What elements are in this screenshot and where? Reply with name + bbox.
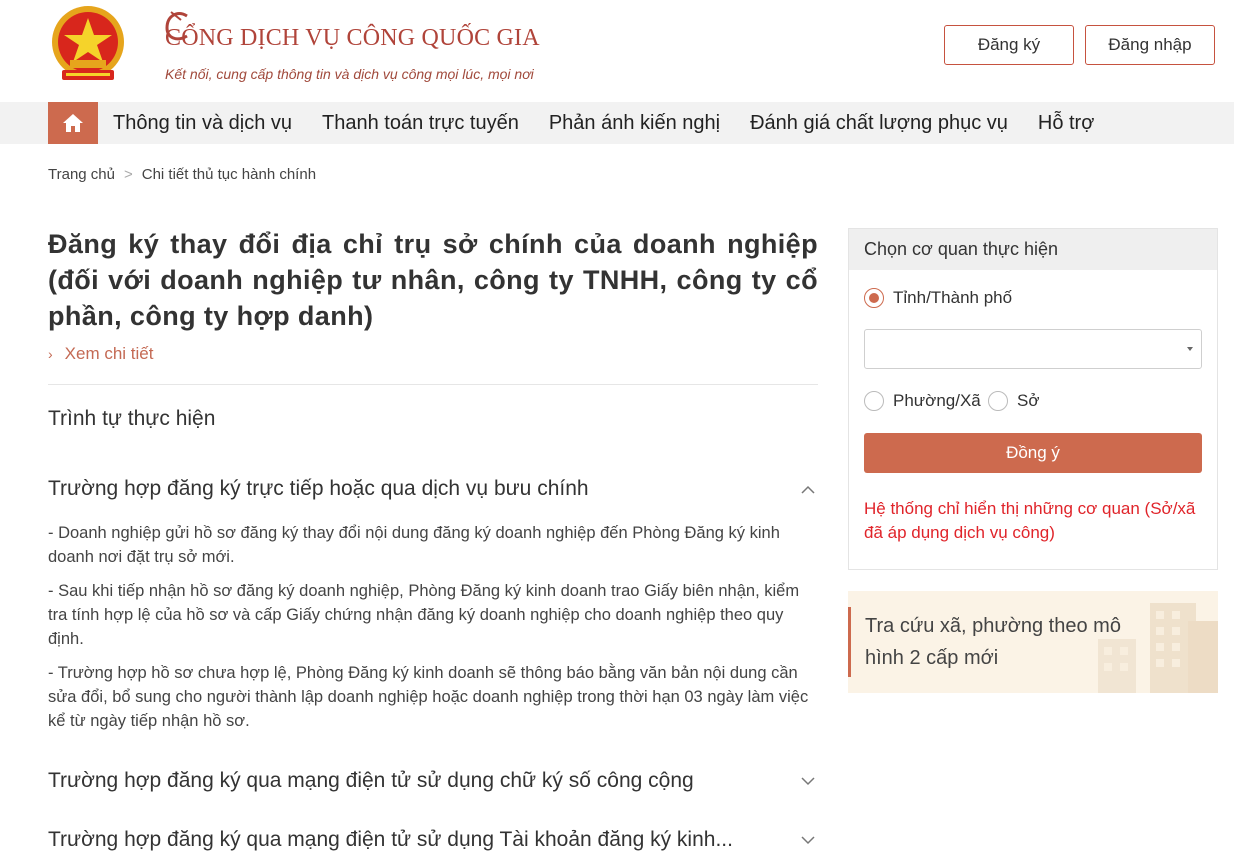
chevron-right-icon: › — [48, 346, 53, 362]
section-title: Trình tự thực hiện — [48, 407, 216, 430]
nav-item-support[interactable]: Hỗ trợ — [1038, 112, 1094, 135]
breadcrumb-separator: > — [123, 166, 133, 183]
main-nav: Thông tin và dịch vụ Thanh toán trực tuy… — [0, 102, 1234, 144]
radio-department-indicator[interactable] — [988, 391, 1008, 411]
province-select[interactable] — [864, 329, 1202, 369]
nav-item-feedback[interactable]: Phản ánh kiến nghị — [549, 112, 720, 135]
nav-item-service-rating[interactable]: Đánh giá chất lượng phục vụ — [750, 112, 1008, 135]
step-paragraph: - Doanh nghiệp gửi hồ sơ đăng ký thay đổ… — [48, 524, 780, 566]
radio-ward-label: Phường/Xã — [893, 391, 981, 410]
agree-button[interactable]: Đồng ý — [864, 433, 1202, 473]
promo-text: Tra cứu xã, phường theo mô hình 2 cấp mớ… — [865, 615, 1121, 669]
divider — [48, 384, 818, 385]
brand-subtitle: Kết nối, cung cấp thông tin và dịch vụ c… — [165, 66, 534, 82]
home-icon — [63, 114, 83, 132]
login-button[interactable]: Đăng nhập — [1085, 25, 1215, 65]
accordion-digital-signature[interactable]: Trường hợp đăng ký qua mạng điện tử sử d… — [48, 769, 818, 793]
radio-province-indicator[interactable] — [864, 288, 884, 308]
radio-department-label: Sở — [1017, 391, 1040, 410]
accordion-business-account[interactable]: Trường hợp đăng ký qua mạng điện tử sử d… — [48, 828, 818, 852]
breadcrumb-home[interactable]: Trang chủ — [48, 166, 115, 183]
procedure-content: Đăng ký thay đổi địa chỉ trụ sở chính củ… — [48, 226, 818, 431]
accordion-title: Trường hợp đăng ký qua mạng điện tử sử d… — [48, 828, 733, 851]
view-detail-link[interactable]: › Xem chi tiết — [48, 344, 818, 364]
nav-home-button[interactable] — [48, 102, 98, 144]
radio-province-label: Tỉnh/Thành phố — [893, 288, 1013, 307]
page-title: Đăng ký thay đổi địa chỉ trụ sở chính củ… — [48, 229, 818, 331]
ward-lookup-banner[interactable]: Tra cứu xã, phường theo mô hình 2 cấp mớ… — [848, 591, 1218, 693]
brand[interactable]: CỔNG DỊCH VỤ CÔNG QUỐC GIA Kết nối, cung… — [165, 10, 540, 82]
accordion-title: Trường hợp đăng ký trực tiếp hoặc qua dị… — [48, 477, 589, 500]
breadcrumb-current: Chi tiết thủ tục hành chính — [141, 166, 317, 183]
site-header: CỔNG DỊCH VỤ CÔNG QUỐC GIA Kết nối, cung… — [0, 0, 1234, 102]
chevron-down-icon[interactable] — [798, 771, 818, 791]
chevron-up-icon[interactable] — [798, 479, 818, 499]
breadcrumb: Trang chủ > Chi tiết thủ tục hành chính — [48, 166, 316, 183]
accordion-direct-postal[interactable]: Trường hợp đăng ký trực tiếp hoặc qua dị… — [48, 477, 818, 501]
radio-ward-indicator[interactable] — [864, 391, 884, 411]
agency-selector-panel: Chọn cơ quan thực hiện Tỉnh/Thành phố Ph… — [848, 228, 1218, 570]
national-emblem-icon[interactable] — [48, 4, 128, 86]
view-detail-label: Xem chi tiết — [64, 344, 154, 363]
nav-item-online-payment[interactable]: Thanh toán trực tuyến — [322, 112, 519, 135]
nav-item-info-services[interactable]: Thông tin và dịch vụ — [113, 112, 292, 135]
accordion-title: Trường hợp đăng ký qua mạng điện tử sử d… — [48, 769, 694, 792]
radio-province[interactable]: Tỉnh/Thành phố — [864, 288, 1012, 308]
chevron-down-icon[interactable] — [798, 830, 818, 850]
panel-title: Chọn cơ quan thực hiện — [849, 229, 1217, 270]
radio-ward[interactable]: Phường/Xã — [864, 391, 981, 411]
brand-title: CỔNG DỊCH VỤ CÔNG QUỐC GIA — [165, 10, 540, 66]
register-button[interactable]: Đăng ký — [944, 25, 1074, 65]
step-paragraph: - Sau khi tiếp nhận hồ sơ đăng ký doanh … — [48, 582, 800, 648]
accordion-body: - Doanh nghiệp gửi hồ sơ đăng ký thay đổ… — [48, 521, 818, 743]
promo-accent-bar — [848, 607, 851, 677]
notice-text: Hệ thống chỉ hiển thị những cơ quan (Sở/… — [864, 499, 1196, 542]
radio-department[interactable]: Sở — [988, 391, 1040, 411]
caret-down-icon — [1187, 347, 1193, 351]
step-paragraph: - Trường hợp hồ sơ chưa hợp lệ, Phòng Đă… — [48, 664, 809, 730]
